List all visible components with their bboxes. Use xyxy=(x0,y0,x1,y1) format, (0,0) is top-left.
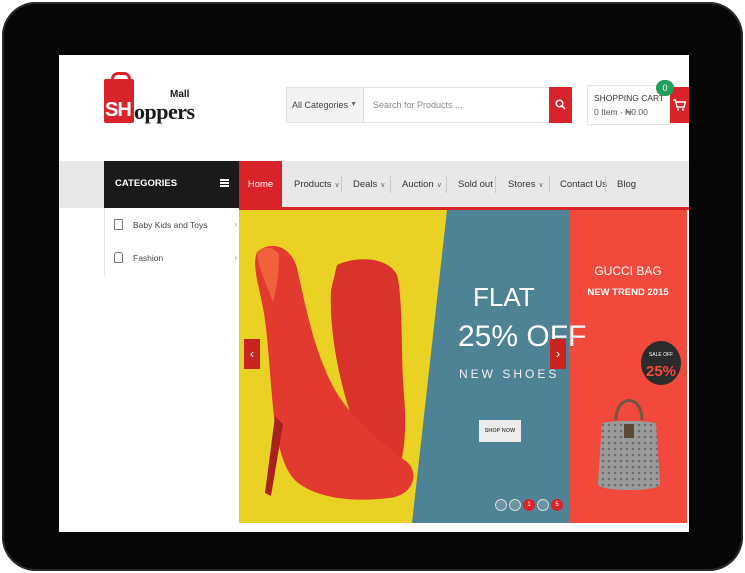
baby-icon xyxy=(114,219,123,230)
category-item-label: Baby Kids and Toys xyxy=(133,220,208,230)
nav-home-label: Home xyxy=(247,179,274,190)
logo-tagline: Mall xyxy=(170,89,190,100)
search-button[interactable] xyxy=(549,87,572,123)
banner-side-title: GUCCI BAG xyxy=(594,264,662,278)
slider-next-button[interactable]: › xyxy=(550,339,566,369)
chevron-right-icon: › xyxy=(234,220,237,229)
nav-products-label: Products xyxy=(294,179,332,190)
chevron-right-icon: › xyxy=(555,346,561,361)
category-item-fashion[interactable]: Fashion › xyxy=(105,242,240,274)
cart-summary: 0 Item - ₦0.00 xyxy=(594,107,648,117)
sale-badge-label: SALE OFF xyxy=(648,352,674,358)
slider-prev-button[interactable]: ‹ xyxy=(244,339,260,369)
nav-sold-out-label: Sold out xyxy=(458,179,493,190)
banner-headline: FLAT xyxy=(473,282,535,312)
handbag-image xyxy=(598,399,660,490)
nav-deals[interactable]: Deals ∨ xyxy=(353,161,385,208)
categories-heading: CATEGORIES xyxy=(115,178,178,189)
banner-discount: 25% OFF xyxy=(458,320,587,353)
store-logo[interactable]: SH oppers Mall xyxy=(104,69,195,131)
chevron-down-icon: ∨ xyxy=(538,182,544,189)
sale-badge-value: 25% xyxy=(645,363,677,380)
chevron-down-icon: ∨ xyxy=(380,182,386,189)
nav-contact-us-label: Contact Us xyxy=(560,179,607,190)
category-item-label: Fashion xyxy=(133,253,164,263)
banner-side-subtitle: NEW TREND 2015 xyxy=(587,287,669,298)
nav-home[interactable]: Home xyxy=(239,161,282,208)
nav-divider xyxy=(341,176,342,193)
nav-divider xyxy=(549,176,550,193)
slider-dot[interactable] xyxy=(509,499,521,511)
nav-divider xyxy=(605,176,606,193)
banner-subline: NEW SHOES xyxy=(459,367,560,381)
cart-button[interactable] xyxy=(670,87,689,123)
nav-products[interactable]: Products ∨ xyxy=(294,161,340,208)
categories-toggle[interactable]: CATEGORIES xyxy=(104,161,239,208)
search-icon xyxy=(555,99,566,110)
shop-now-button[interactable]: SHOP NOW xyxy=(479,420,521,442)
nav-blog-label: Blog xyxy=(617,179,637,190)
nav-sold-out[interactable]: Sold out xyxy=(458,161,493,208)
slider-dot[interactable] xyxy=(537,499,549,511)
caret-down-icon: ▼ xyxy=(350,101,357,108)
slider-dot[interactable]: 5 xyxy=(551,499,563,511)
category-list: Baby Kids and Toys › Fashion › xyxy=(104,208,239,276)
nav-deals-label: Deals xyxy=(353,179,378,190)
browser-viewport: SH oppers Mall All Categories ▼ SHOPPING… xyxy=(59,55,689,532)
cart-icon xyxy=(673,99,686,111)
nav-contact-us[interactable]: Contact Us xyxy=(560,161,607,208)
chevron-left-icon: ‹ xyxy=(249,346,255,361)
slider-dot[interactable] xyxy=(495,499,507,511)
logo-word: oppers xyxy=(134,99,195,124)
chevron-down-icon: ∨ xyxy=(436,182,442,189)
nav-blog[interactable]: Blog xyxy=(617,161,636,208)
nav-divider xyxy=(446,176,447,193)
chevron-down-icon: ∨ xyxy=(334,182,340,189)
nav-auction-label: Auction xyxy=(402,179,434,190)
nav-stores-label: Stores xyxy=(508,179,536,190)
logo-prefix: SH xyxy=(105,99,132,121)
category-select-value: All Categories xyxy=(292,100,349,110)
cart-count-badge: 0 xyxy=(656,80,674,96)
nav-stores[interactable]: Stores ∨ xyxy=(508,161,544,208)
chevron-right-icon: › xyxy=(234,253,237,262)
nav-auction[interactable]: Auction ∨ xyxy=(402,161,442,208)
category-item-baby-kids-toys[interactable]: Baby Kids and Toys › xyxy=(105,209,240,241)
tablet-frame: SH oppers Mall All Categories ▼ SHOPPING… xyxy=(2,2,743,571)
nav-divider xyxy=(390,176,391,193)
hero-slider: FLAT 25% OFF NEW SHOES SHOP NOW GUCCI BA… xyxy=(239,210,687,523)
hamburger-menu-icon xyxy=(220,179,229,187)
nav-divider xyxy=(495,176,496,193)
cart-title: SHOPPING CART xyxy=(594,93,665,103)
slider-dot-active[interactable]: 1 xyxy=(523,499,535,511)
dress-icon xyxy=(114,252,123,263)
search-input[interactable] xyxy=(365,88,551,122)
search-bar: All Categories ▼ xyxy=(286,87,572,123)
category-select[interactable]: All Categories ▼ xyxy=(287,88,364,122)
